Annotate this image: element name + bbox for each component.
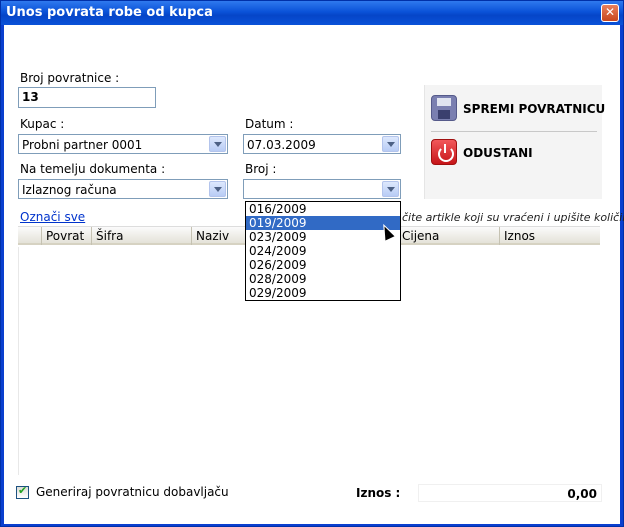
datum-label: Datum : xyxy=(245,117,294,131)
kupac-combo[interactable]: Probni partner 0001 xyxy=(18,134,228,154)
power-icon xyxy=(431,139,457,165)
kupac-label: Kupac : xyxy=(20,117,65,131)
floppy-disk-icon xyxy=(431,95,457,121)
dropdown-item[interactable]: 023/2009 xyxy=(246,230,400,244)
broj-label: Broj : xyxy=(245,162,277,176)
close-icon[interactable]: ✕ xyxy=(601,4,619,22)
grid-column-sifra[interactable]: Šifra xyxy=(92,227,192,245)
broj-povratnice-input[interactable]: 13 xyxy=(18,87,156,108)
datum-value: 07.03.2009 xyxy=(247,138,316,152)
total-value: 0,00 xyxy=(418,484,602,502)
grid-column-iznos[interactable]: Iznos xyxy=(500,227,600,245)
grid-header-selector xyxy=(18,227,42,245)
grid-hint: čite artikle koji su vraćeni i upišite k… xyxy=(402,211,624,224)
dropdown-item[interactable]: 026/2009 xyxy=(246,258,400,272)
broj-povratnice-label: Broj povratnice : xyxy=(20,71,120,85)
kupac-value: Probni partner 0001 xyxy=(22,138,143,152)
chevron-down-icon[interactable] xyxy=(382,136,399,152)
na-temelju-label: Na temelju dokumenta : xyxy=(20,162,166,176)
dropdown-item[interactable]: 024/2009 xyxy=(246,244,400,258)
total-label: Iznos : xyxy=(356,486,401,500)
broj-combo[interactable] xyxy=(243,179,401,199)
na-temelju-value: Izlaznog računa xyxy=(22,183,117,197)
cancel-button-label: ODUSTANI xyxy=(463,146,533,160)
command-separator xyxy=(431,131,597,132)
dropdown-item[interactable]: 028/2009 xyxy=(246,272,400,286)
chevron-down-icon[interactable] xyxy=(209,136,226,152)
datum-combo[interactable]: 07.03.2009 xyxy=(243,134,401,154)
broj-dropdown-list[interactable]: 016/2009 019/2009 023/2009 024/2009 026/… xyxy=(245,201,401,301)
cancel-button[interactable]: ODUSTANI xyxy=(431,139,599,169)
generiraj-checkbox[interactable] xyxy=(16,484,29,499)
save-button[interactable]: SPREMI POVRATNICU xyxy=(431,95,605,125)
na-temelju-combo[interactable]: Izlaznog računa xyxy=(18,179,228,199)
dropdown-item[interactable]: 029/2009 xyxy=(246,286,400,300)
dialog-window: Unos povrata robe od kupca ✕ Broj povrat… xyxy=(0,0,624,527)
chevron-down-icon[interactable] xyxy=(382,181,399,197)
title-bar[interactable]: Unos povrata robe od kupca ✕ xyxy=(1,1,623,25)
window-title: Unos povrata robe od kupca xyxy=(6,5,213,20)
chevron-down-icon[interactable] xyxy=(209,181,226,197)
command-panel: SPREMI POVRATNICU ODUSTANI xyxy=(424,85,605,199)
save-button-label: SPREMI POVRATNICU xyxy=(463,102,606,116)
grid-column-povrat[interactable]: Povrat xyxy=(42,227,92,245)
select-all-link[interactable]: Označi sve xyxy=(20,210,85,224)
dialog-body: Broj povratnice : 13 Kupac : Probni part… xyxy=(4,25,624,524)
generiraj-checkbox-label[interactable]: Generiraj povratnicu dobavljaču xyxy=(36,485,229,499)
grid-column-cijena[interactable]: Cijena xyxy=(398,227,500,245)
dropdown-item[interactable]: 016/2009 xyxy=(246,202,400,216)
